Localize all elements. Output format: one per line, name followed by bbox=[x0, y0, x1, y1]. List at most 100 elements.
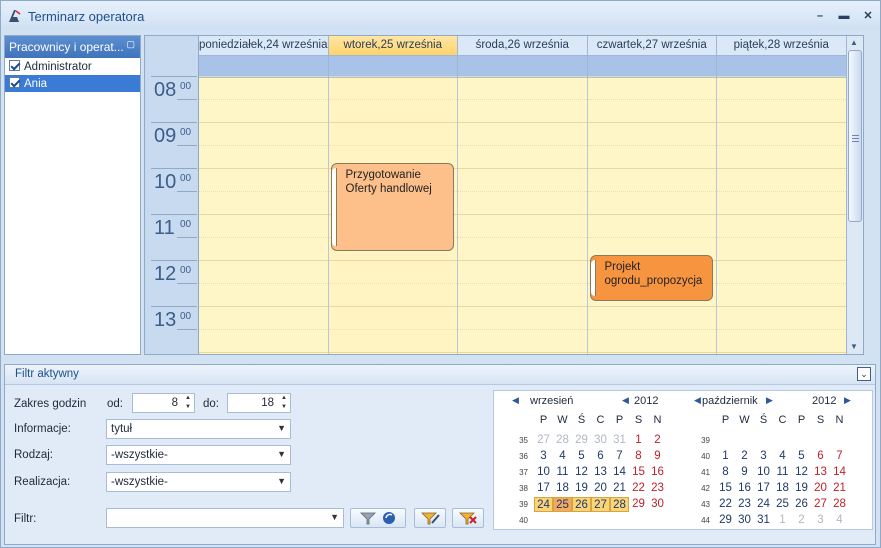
calendar-day[interactable]: 10 bbox=[534, 465, 553, 480]
calendar-day[interactable]: 17 bbox=[534, 481, 553, 496]
clear-filter-button[interactable] bbox=[452, 508, 484, 528]
prev-month-icon[interactable]: ◀ bbox=[694, 395, 701, 406]
all-day-row[interactable] bbox=[458, 56, 588, 78]
day-header[interactable]: piątek,28 września bbox=[717, 36, 847, 56]
calendar-day[interactable]: 30 bbox=[648, 497, 667, 512]
calendar-day[interactable]: 1 bbox=[773, 513, 792, 528]
calendar-day[interactable]: 30 bbox=[591, 433, 610, 448]
day-header[interactable]: czwartek,27 września bbox=[587, 36, 717, 56]
calendar-day[interactable]: 19 bbox=[792, 481, 811, 496]
day-header[interactable]: poniedziałek,24 września bbox=[199, 36, 329, 56]
calendar-day[interactable]: 8 bbox=[629, 449, 648, 464]
calendar-day[interactable]: 16 bbox=[735, 481, 754, 496]
calendar-day[interactable]: 22 bbox=[629, 481, 648, 496]
apply-filter-button[interactable] bbox=[350, 508, 406, 528]
user-list-item[interactable]: Ania bbox=[5, 75, 140, 92]
calendar-day[interactable]: 2 bbox=[792, 513, 811, 528]
chevron-down-icon[interactable]: ▼ bbox=[330, 512, 339, 522]
calendar-day[interactable]: 15 bbox=[716, 481, 735, 496]
day-column[interactable] bbox=[199, 76, 329, 354]
from-hour-spinner[interactable]: 8 ▲ ▼ bbox=[132, 393, 195, 413]
calendar-day[interactable]: 3 bbox=[811, 513, 830, 528]
calendar-day[interactable]: 29 bbox=[716, 513, 735, 528]
calendar-day[interactable]: 26 bbox=[572, 497, 591, 512]
calendar-day[interactable]: 12 bbox=[572, 465, 591, 480]
scroll-down-icon[interactable]: ▼ bbox=[850, 342, 858, 351]
calendar-day[interactable]: 7 bbox=[830, 449, 849, 464]
calendar-day[interactable]: 25 bbox=[553, 497, 572, 512]
kind-select[interactable]: -wszystkie- ▼ bbox=[106, 445, 291, 465]
calendar-day[interactable]: 29 bbox=[629, 497, 648, 512]
calendar-day[interactable]: 4 bbox=[773, 449, 792, 464]
day-column[interactable] bbox=[717, 76, 847, 354]
calendar-day[interactable]: 31 bbox=[754, 513, 773, 528]
calendar-scrollbar[interactable]: ▲ ▼ bbox=[846, 36, 863, 354]
calendar-day[interactable]: 28 bbox=[610, 497, 629, 512]
all-day-row[interactable] bbox=[717, 56, 847, 78]
calendar-day[interactable]: 24 bbox=[754, 497, 773, 512]
calendar-day[interactable]: 8 bbox=[716, 465, 735, 480]
calendar-day[interactable]: 13 bbox=[811, 465, 830, 480]
minimize-icon[interactable]: – bbox=[813, 9, 827, 23]
calendar-day[interactable]: 27 bbox=[811, 497, 830, 512]
day-header[interactable]: wtorek,25 września bbox=[328, 36, 458, 56]
all-day-row[interactable] bbox=[587, 56, 717, 78]
calendar-day[interactable]: 6 bbox=[811, 449, 830, 464]
calendar-day[interactable]: 23 bbox=[648, 481, 667, 496]
calendar-day[interactable]: 9 bbox=[648, 449, 667, 464]
calendar-day[interactable]: 31 bbox=[610, 433, 629, 448]
scrollbar-thumb[interactable] bbox=[848, 50, 862, 222]
calendar-day[interactable]: 19 bbox=[572, 481, 591, 496]
next-year-icon[interactable]: ▶ bbox=[844, 395, 851, 406]
appointment[interactable]: Projekt ogrodu_propozycja bbox=[589, 255, 713, 302]
user-checkbox[interactable] bbox=[9, 77, 20, 88]
chevron-down-icon[interactable]: ▼ bbox=[277, 476, 286, 486]
realization-select[interactable]: -wszystkie- ▼ bbox=[106, 472, 291, 492]
calendar-day[interactable]: 22 bbox=[716, 497, 735, 512]
pin-icon[interactable]: ▢ bbox=[126, 39, 135, 50]
calendar-day[interactable]: 11 bbox=[553, 465, 572, 480]
calendar-day[interactable]: 23 bbox=[735, 497, 754, 512]
calendar-day[interactable]: 1 bbox=[629, 433, 648, 448]
calendar-day[interactable]: 5 bbox=[792, 449, 811, 464]
calendar-day[interactable]: 7 bbox=[610, 449, 629, 464]
calendar-day[interactable]: 26 bbox=[792, 497, 811, 512]
calendar-day[interactable]: 28 bbox=[830, 497, 849, 512]
day-column[interactable] bbox=[458, 76, 588, 354]
calendar-day[interactable]: 14 bbox=[830, 465, 849, 480]
calendar-day[interactable]: 13 bbox=[591, 465, 610, 480]
calendar-day[interactable]: 18 bbox=[553, 481, 572, 496]
calendar-day[interactable]: 17 bbox=[754, 481, 773, 496]
calendar-day[interactable]: 10 bbox=[754, 465, 773, 480]
calendar-day[interactable]: 25 bbox=[773, 497, 792, 512]
collapse-icon[interactable]: ⌄ bbox=[857, 367, 871, 381]
calendar-day[interactable]: 14 bbox=[610, 465, 629, 480]
day-column[interactable] bbox=[587, 76, 717, 354]
calendar-day[interactable]: 4 bbox=[830, 513, 849, 528]
calendar-day[interactable]: 3 bbox=[534, 449, 553, 464]
all-day-row[interactable] bbox=[199, 56, 329, 78]
info-select[interactable]: tytuł ▼ bbox=[106, 419, 291, 439]
spinner-arrows-icon[interactable]: ▲ ▼ bbox=[182, 394, 194, 412]
calendar-day[interactable]: 27 bbox=[534, 433, 553, 448]
calendar-day[interactable]: 24 bbox=[534, 497, 553, 512]
calendar-day[interactable]: 20 bbox=[811, 481, 830, 496]
chevron-down-icon[interactable]: ▼ bbox=[277, 449, 286, 459]
to-hour-spinner[interactable]: 18 ▲ ▼ bbox=[227, 393, 291, 413]
calendar-day[interactable]: 11 bbox=[773, 465, 792, 480]
all-day-row[interactable] bbox=[328, 56, 458, 78]
close-icon[interactable]: ✕ bbox=[861, 9, 875, 23]
filter-combo[interactable]: ▼ bbox=[106, 508, 344, 528]
calendar-day[interactable]: 21 bbox=[610, 481, 629, 496]
maximize-icon[interactable]: ▬ bbox=[837, 9, 851, 23]
calendar-day[interactable]: 15 bbox=[629, 465, 648, 480]
calendar-day[interactable]: 4 bbox=[553, 449, 572, 464]
prev-month-icon[interactable]: ◀ bbox=[512, 395, 519, 406]
appointment[interactable]: Przygotowanie Oferty handlowej bbox=[330, 163, 454, 251]
edit-filter-button[interactable] bbox=[414, 508, 446, 528]
scroll-up-icon[interactable]: ▲ bbox=[850, 38, 858, 47]
calendar-day[interactable]: 18 bbox=[773, 481, 792, 496]
calendar-day[interactable]: 1 bbox=[716, 449, 735, 464]
spinner-arrows-icon[interactable]: ▲ ▼ bbox=[278, 394, 290, 412]
calendar-day[interactable]: 2 bbox=[648, 433, 667, 448]
